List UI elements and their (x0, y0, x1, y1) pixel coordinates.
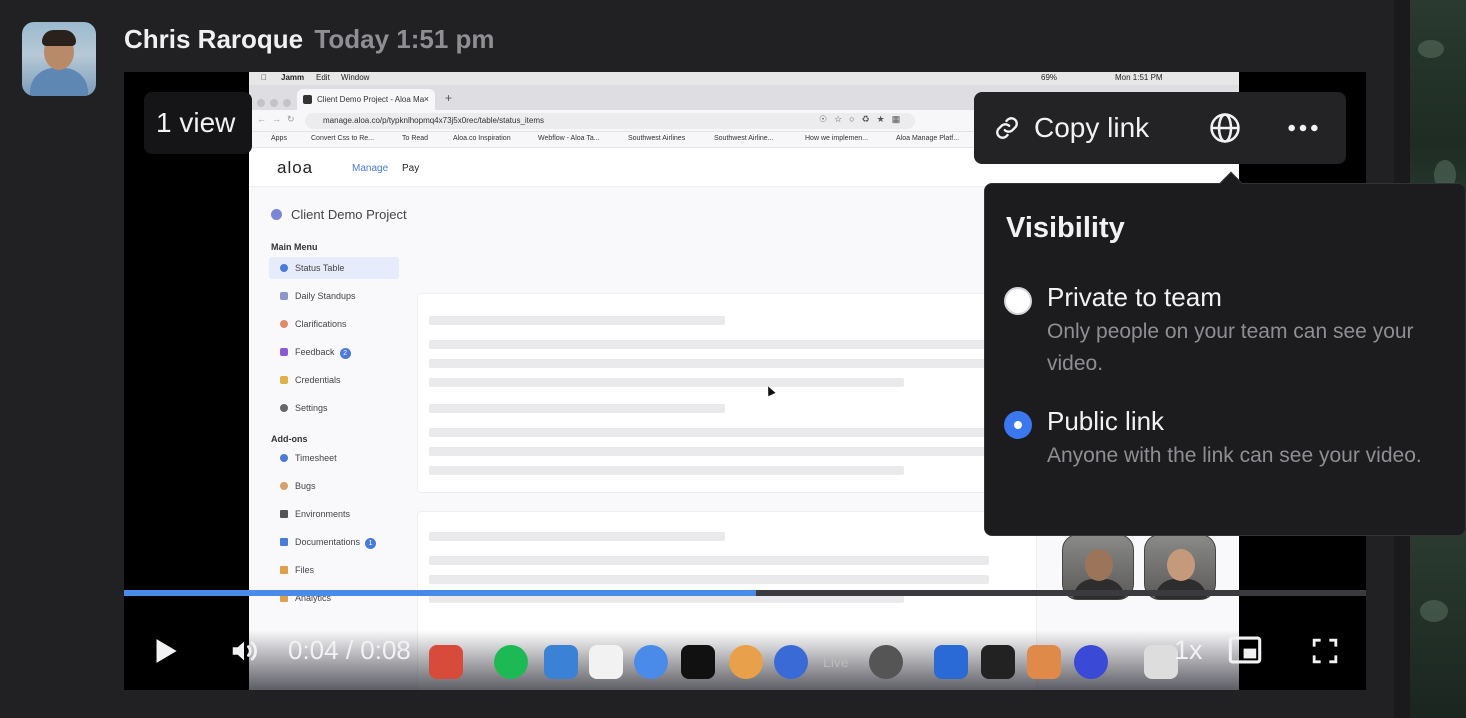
recorded-browser-tab: Client Demo Project - Aloa Ma × (297, 89, 435, 110)
public-label: Public link (1047, 406, 1165, 436)
visibility-popover: Visibility Private to team Only people o… (984, 171, 1466, 536)
more-icon[interactable] (1286, 111, 1320, 145)
message-header: Chris Raroque Today 1:51 pm (124, 24, 495, 55)
picture-in-picture-icon[interactable] (1228, 636, 1262, 664)
message-timestamp: Today 1:51 pm (314, 24, 495, 54)
time-display: 0:04 / 0:08 (288, 635, 411, 666)
player-controls: 0:04 / 0:08 1x (124, 612, 1366, 690)
copy-link-button[interactable]: Copy link (994, 108, 1149, 148)
author-name[interactable]: Chris Raroque (124, 24, 303, 54)
view-count-badge[interactable]: 1 view (144, 92, 252, 154)
public-description: Anyone with the link can see your video. (1047, 444, 1422, 467)
volume-icon[interactable] (228, 636, 260, 666)
time-separator: / (338, 635, 361, 665)
time-total: 0:08 (360, 635, 411, 665)
copy-link-label: Copy link (1034, 112, 1150, 143)
progress-bar[interactable] (124, 590, 1366, 596)
visibility-title: Visibility (1006, 212, 1125, 244)
globe-icon[interactable] (1208, 111, 1242, 145)
share-toolbar: Copy link (974, 92, 1346, 164)
private-radio[interactable] (1004, 287, 1032, 315)
author-avatar[interactable] (22, 22, 96, 96)
public-radio[interactable] (1004, 411, 1032, 439)
fullscreen-icon[interactable] (1312, 638, 1338, 664)
progress-fill (124, 590, 757, 596)
private-label: Private to team (1047, 282, 1222, 312)
link-icon (996, 117, 1018, 139)
play-icon[interactable] (154, 638, 178, 664)
playback-speed-button[interactable]: 1x (1174, 635, 1203, 666)
recorded-menubar:  Jamm Edit Window 69% Mon 1:51 PM (249, 72, 1239, 85)
time-current: 0:04 (288, 635, 339, 665)
private-description: Only people on your team can see your vi… (1047, 320, 1414, 375)
message-view: Chris Raroque Today 1:51 pm  Jamm Edit … (0, 0, 1466, 718)
